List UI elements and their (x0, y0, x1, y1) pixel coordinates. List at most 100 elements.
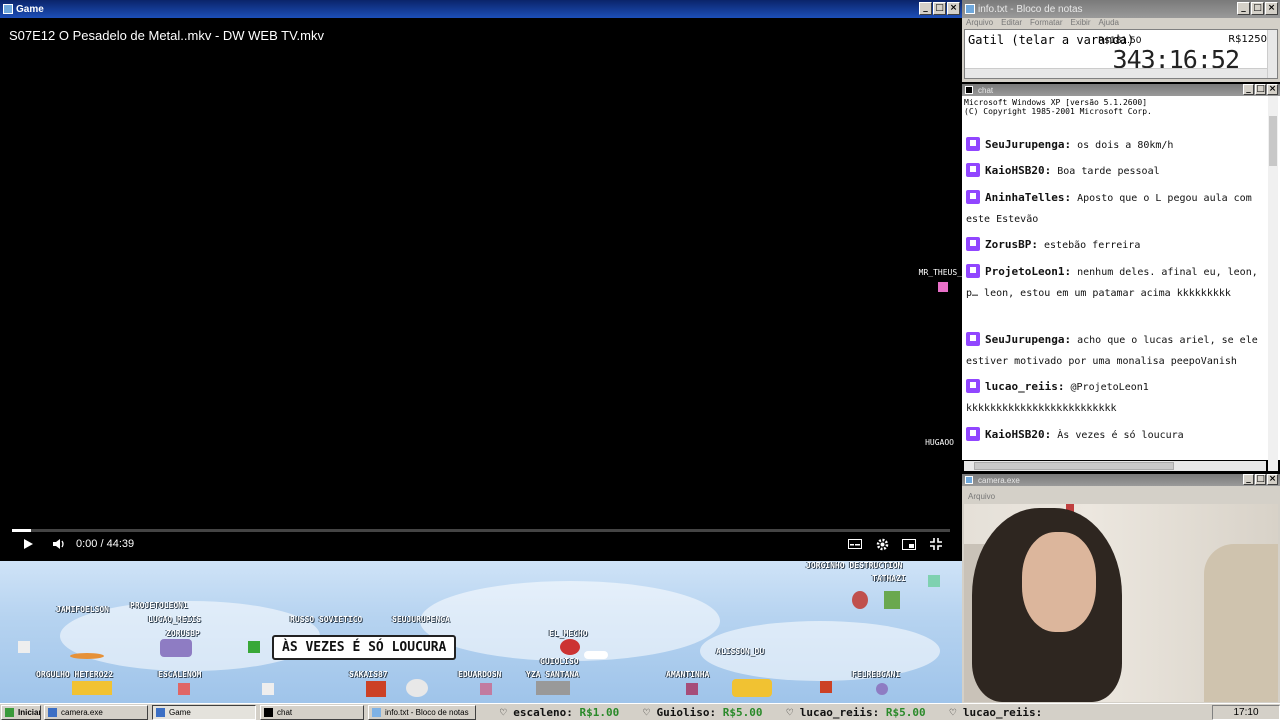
goal-target: R$1250 (1228, 34, 1267, 45)
chat-message: KaioHSB20: Boa tarde pessoal (966, 160, 1266, 182)
overlay-player-name: HUGAOO (925, 438, 954, 447)
heart-icon: ♡ (500, 705, 514, 719)
subtitles-button[interactable] (846, 536, 864, 552)
chat-username: SeuJurupenga: (985, 138, 1072, 151)
menu-file[interactable]: Arquivo (968, 492, 995, 501)
menu-view[interactable]: Exibir (1070, 18, 1090, 27)
taskbar-item-label: chat (277, 708, 293, 717)
gear-icon (876, 538, 888, 550)
player-name: ALISSON_DU (716, 647, 765, 656)
horizontal-scrollbar[interactable] (964, 461, 1266, 471)
horizontal-scrollbar[interactable] (965, 68, 1267, 78)
video-player[interactable]: S07E12 O Pesadelo de Metal..mkv - DW WEB… (0, 18, 962, 558)
taskbar-item-camera[interactable]: camera.exe (44, 705, 148, 720)
chat-message-list[interactable]: Microsoft Windows XP [versão 5.1.2600] (… (962, 96, 1280, 460)
menu-help[interactable]: Ajuda (1099, 18, 1119, 27)
volume-button[interactable] (50, 536, 68, 552)
taskbar-item-game[interactable]: Game (152, 705, 256, 720)
chat-username: SeuJurupenga: (985, 333, 1072, 346)
windows-logo-icon (5, 708, 14, 717)
donation-amount: R$5.00 (722, 705, 763, 719)
notepad-titlebar[interactable]: info.txt - Bloco de notas _ □ × (962, 0, 1280, 18)
player-sprite (686, 683, 698, 695)
player-sprite (938, 282, 948, 292)
maximize-button[interactable]: □ (1251, 2, 1264, 15)
subtitles-icon (848, 539, 862, 549)
chat-message: AninhaTelles: Aposto que o L pegou aula … (966, 187, 1266, 230)
menu-edit[interactable]: Editar (1001, 18, 1022, 27)
video-title: S07E12 O Pesadelo de Metal..mkv - DW WEB… (9, 28, 325, 43)
player-name: RUSSO SOVIETICO (290, 615, 363, 624)
chat-username: ProjetoLeon1: (985, 265, 1072, 278)
player-sprite (928, 575, 940, 587)
taskbar-item-chat[interactable]: chat (260, 705, 364, 720)
camera-window[interactable]: camera.exe _ □ × Arquivo (962, 474, 1280, 704)
chat-message: SeuJurupenga: os dois a 80km/h (966, 134, 1266, 156)
donation-amount: R$1.00 (579, 705, 620, 719)
twitch-icon (966, 427, 980, 441)
chat-message: SeuJurupenga: acho que o lucas ariel, se… (966, 329, 1266, 372)
chat-titlebar[interactable]: chat _ □ × (962, 84, 1280, 96)
notepad-window[interactable]: info.txt - Bloco de notas _ □ × Arquivo … (962, 0, 1280, 82)
close-button[interactable]: × (1267, 84, 1278, 95)
scrollbar-thumb[interactable] (1269, 116, 1277, 166)
minimize-button[interactable]: _ (1243, 84, 1254, 95)
system-clock[interactable]: 17:10 (1212, 705, 1280, 720)
player-name: EL_MECHO (549, 629, 588, 638)
play-button[interactable] (20, 536, 36, 552)
chat-username: ZorusBP: (985, 238, 1038, 251)
vertical-scrollbar[interactable] (1267, 30, 1277, 78)
player-name: YZA SANTANA (526, 670, 579, 679)
close-button[interactable]: × (1265, 2, 1278, 15)
chat-text: Boa tarde pessoal (1057, 166, 1160, 177)
maximize-button[interactable]: □ (1255, 84, 1266, 95)
donor-name: lucao_reiis: (962, 705, 1043, 719)
minimize-button[interactable]: _ (1237, 2, 1250, 15)
chat-username: KaioHSB20: (985, 164, 1052, 177)
player-name: ORGULHO HETERO22 (36, 670, 114, 679)
exit-fullscreen-button[interactable] (927, 536, 945, 552)
camera-app-icon (965, 476, 973, 484)
chat-username: AninhaTelles: (985, 191, 1072, 204)
miniplayer-button[interactable] (900, 536, 918, 552)
player-name: SAKAIS87 (349, 670, 388, 679)
menu-file[interactable]: Arquivo (966, 18, 993, 27)
notepad-menubar: Arquivo Editar Formatar Exibir Ajuda (964, 18, 1119, 27)
scrollbar-thumb[interactable] (974, 462, 1174, 470)
twitch-icon (966, 237, 980, 251)
player-sprite (536, 681, 570, 695)
player-sprite (732, 679, 772, 697)
player-name: GUIOLISO (540, 657, 579, 666)
settings-button[interactable] (873, 536, 891, 552)
player-name: AMANTINHA (666, 670, 710, 679)
taskbar-item-notepad[interactable]: info.txt - Bloco de notas (368, 705, 476, 720)
person-face (1022, 532, 1096, 632)
chat-username: lucao_reiis: (985, 380, 1065, 393)
player-name: FELREBCANI (852, 670, 901, 679)
start-button[interactable]: Iniciar (1, 705, 41, 720)
menu-format[interactable]: Formatar (1030, 18, 1062, 27)
close-button[interactable]: × (947, 2, 960, 15)
game-window[interactable]: Game _ □ × S07E12 O Pesadelo de Metal..m… (0, 0, 962, 561)
exit-fullscreen-icon (930, 538, 942, 550)
game-titlebar[interactable]: Game _ □ × (0, 0, 962, 18)
player-name: TATHAZI (872, 574, 906, 583)
minimize-button[interactable]: _ (1243, 474, 1254, 485)
chat-message: KaioHSB20: Às vezes é só loucura (966, 424, 1266, 446)
start-label: Iniciar (18, 708, 41, 717)
minimize-button[interactable]: _ (919, 2, 932, 15)
player-sprite (406, 679, 428, 697)
chat-window[interactable]: chat _ □ × Microsoft Windows XP [versão … (962, 84, 1280, 472)
progress-bar[interactable] (12, 529, 950, 532)
vertical-scrollbar[interactable] (1268, 96, 1278, 471)
maximize-button[interactable]: □ (933, 2, 946, 15)
player-name: SEUJURUPENGA (392, 615, 450, 624)
player-name: ESCALENOM (158, 670, 202, 679)
player-sprite (884, 591, 900, 609)
cmd-icon (965, 86, 973, 94)
maximize-button[interactable]: □ (1255, 474, 1266, 485)
camera-titlebar[interactable]: camera.exe _ □ × (962, 474, 1280, 486)
notepad-text-area[interactable]: Gatil (telar a varanda) R$181.50 R$1250 … (964, 29, 1278, 79)
cmd-icon (264, 708, 273, 717)
close-button[interactable]: × (1267, 474, 1278, 485)
